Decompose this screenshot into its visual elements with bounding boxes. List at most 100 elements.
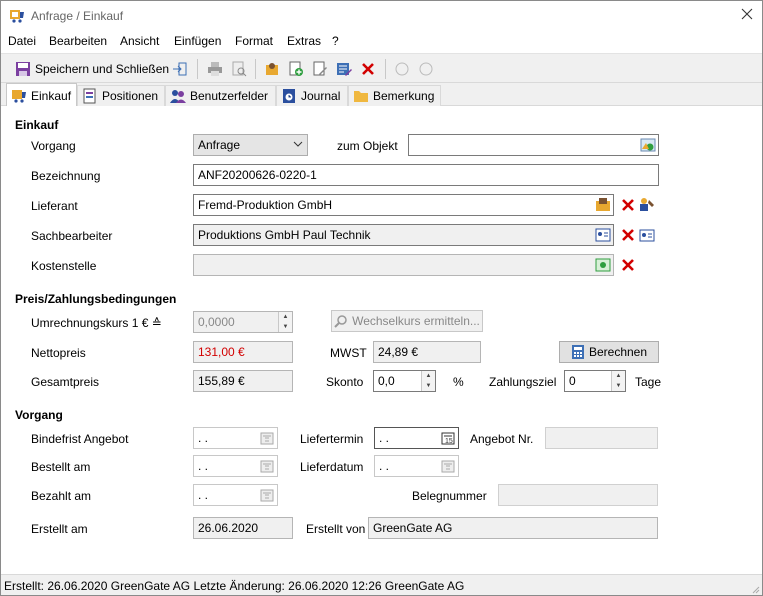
export-icon[interactable] (171, 58, 189, 80)
clear-sachbearbeiter-icon[interactable] (621, 228, 635, 242)
edit-list-icon[interactable] (335, 58, 353, 80)
netto-field: 131,00 € (193, 341, 293, 363)
lieferant-value: Fremd-Produktion GmbH (198, 198, 333, 212)
skonto-field[interactable]: 0,0 ▲ ▼ (373, 370, 436, 392)
bezeichnung-value: ANF20200626-0220-1 (198, 168, 317, 182)
tab-label: Einkauf (31, 88, 72, 103)
calendar-icon[interactable] (258, 457, 276, 475)
print-preview-icon[interactable] (230, 58, 248, 80)
calendar-icon[interactable] (439, 457, 457, 475)
erstellt-value: 26.06.2020 (198, 521, 259, 535)
next-record-icon[interactable] (417, 58, 435, 80)
liefertermin-value: . . (379, 431, 390, 445)
vorgang-value: Anfrage (198, 138, 241, 152)
employee-card-icon[interactable] (639, 227, 655, 243)
bezahlt-date-field[interactable]: . . (193, 484, 278, 506)
angebot-nr-label: Angebot Nr. (470, 432, 534, 446)
sachbearbeiter-field[interactable]: Produktions GmbH Paul Technik (193, 224, 614, 246)
add-document-icon[interactable] (287, 58, 305, 80)
erstellt-field: 26.06.2020 (193, 517, 293, 539)
kostenstelle-field[interactable] (193, 254, 614, 276)
calendar-icon[interactable]: 15 (439, 429, 457, 447)
kurs-label: Umrechnungskurs 1 € ≙ (31, 316, 162, 330)
object-picker-icon[interactable] (639, 136, 657, 154)
save-close-label: Speichern und Schließen (35, 62, 170, 76)
calendar-icon[interactable] (258, 429, 276, 447)
zum-objekt-label: zum Objekt (337, 139, 398, 153)
app-icon (9, 8, 25, 24)
menu-einfuegen[interactable]: Einfügen (174, 34, 221, 48)
menu-bearbeiten[interactable]: Bearbeiten (49, 34, 107, 48)
sachbearbeiter-value: Produktions GmbH Paul Technik (198, 228, 371, 242)
status-bar: Erstellt: 26.06.2020 GreenGate AG Letzte… (1, 574, 762, 595)
tab-strip: Einkauf Positionen Benutzerfelder Journa… (1, 83, 762, 107)
clear-lieferant-icon[interactable] (621, 198, 635, 212)
clear-kostenstelle-icon[interactable] (621, 258, 635, 272)
menu-ansicht[interactable]: Ansicht (120, 34, 159, 48)
gesamt-value: 155,89 € (198, 374, 245, 388)
menu-extras[interactable]: Extras (287, 34, 321, 48)
bezeichnung-label: Bezeichnung (31, 169, 101, 183)
calculator-icon (571, 345, 585, 359)
percent-sign: % (453, 375, 464, 389)
edit-document-icon[interactable] (311, 58, 329, 80)
berechnen-label: Berechnen (588, 345, 648, 359)
status-text: Erstellt: 26.06.2020 GreenGate AG Letzte… (4, 579, 465, 593)
zahlungsziel-stepper[interactable]: ▲ ▼ (611, 371, 625, 391)
sachbearbeiter-label: Sachbearbeiter (31, 229, 113, 243)
vorgang-select[interactable]: Anfrage (193, 134, 308, 156)
print-icon[interactable] (206, 58, 224, 80)
tab-journal[interactable]: Journal (276, 85, 348, 106)
erstellt-label: Erstellt am (31, 522, 88, 536)
bestellt-value: . . (198, 459, 209, 473)
menu-datei[interactable]: Datei (8, 34, 36, 48)
belegnummer-field (498, 484, 658, 506)
lieferdatum-value: . . (379, 459, 390, 473)
bezeichnung-field[interactable]: ANF20200626-0220-1 (193, 164, 659, 186)
lieferdatum-label: Lieferdatum (300, 460, 364, 474)
menu-help[interactable]: ? (332, 34, 339, 48)
chevron-down-icon (293, 138, 303, 153)
kurs-field[interactable]: 0,0000 ▲ ▼ (193, 311, 293, 333)
tab-label: Positionen (102, 89, 159, 103)
tab-positionen[interactable]: Positionen (77, 85, 165, 106)
netto-value: 131,00 € (198, 345, 245, 359)
tab-einkauf[interactable]: Einkauf (6, 83, 77, 107)
contact-card-icon[interactable] (594, 226, 612, 244)
delete-icon[interactable] (359, 58, 377, 80)
zum-objekt-field[interactable] (408, 134, 659, 156)
close-icon[interactable] (739, 6, 755, 22)
search-icon (334, 314, 348, 328)
mwst-field: 24,89 € (373, 341, 481, 363)
tab-bemerkung[interactable]: Bemerkung (348, 85, 441, 106)
kurs-stepper[interactable]: ▲ ▼ (278, 312, 292, 332)
belegnummer-label: Belegnummer (412, 489, 487, 503)
save-close-button[interactable]: Speichern und Schließen (15, 58, 170, 80)
supplier-details-icon[interactable] (639, 196, 655, 212)
contacts-icon[interactable] (263, 58, 281, 80)
address-book-icon[interactable] (594, 196, 612, 214)
bestellt-label: Bestellt am (31, 460, 91, 474)
tab-label: Benutzerfelder (190, 89, 269, 103)
tab-benutzerfelder[interactable]: Benutzerfelder (165, 85, 276, 106)
save-icon (15, 61, 31, 77)
bindefrist-value: . . (198, 431, 209, 445)
positions-icon (82, 88, 98, 104)
bindefrist-date-field[interactable]: . . (193, 427, 278, 449)
previous-record-icon[interactable] (393, 58, 411, 80)
cost-center-icon[interactable] (594, 256, 612, 274)
calendar-icon[interactable] (258, 486, 276, 504)
liefertermin-date-field[interactable]: . . 15 (374, 427, 459, 449)
bezahlt-label: Bezahlt am (31, 489, 92, 503)
zahlungsziel-field[interactable]: 0 ▲ ▼ (564, 370, 626, 392)
berechnen-button[interactable]: Berechnen (559, 341, 659, 363)
bestellt-date-field[interactable]: . . (193, 455, 278, 477)
app-window: Anfrage / Einkauf Datei Bearbeiten Ansic… (0, 0, 763, 596)
bezahlt-value: . . (198, 488, 209, 502)
skonto-stepper[interactable]: ▲ ▼ (421, 371, 435, 391)
menu-format[interactable]: Format (235, 34, 273, 48)
resize-grip-icon[interactable] (750, 583, 760, 594)
wechselkurs-button[interactable]: Wechselkurs ermitteln... (331, 310, 483, 332)
lieferant-field[interactable]: Fremd-Produktion GmbH (193, 194, 614, 216)
lieferdatum-date-field[interactable]: . . (374, 455, 459, 477)
